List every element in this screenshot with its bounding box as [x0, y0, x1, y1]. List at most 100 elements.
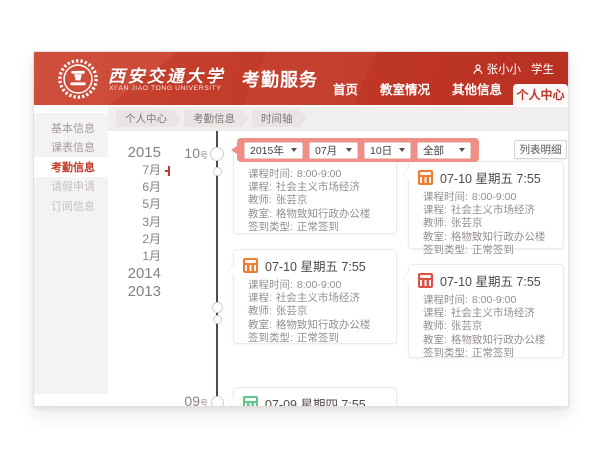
card-row-value: 正常签到: [472, 347, 514, 360]
card-row-value: 正常签到: [297, 221, 339, 234]
sidebar: 基本信息 课表信息 考勤信息 请假申请 订阅信息: [34, 113, 108, 394]
card-row-label: 课程:: [423, 204, 447, 217]
card-row: 教师: 张芸京: [234, 194, 396, 207]
sidebar-item-timetable-info[interactable]: 课表信息: [34, 138, 108, 158]
card-row-value: 社会主义市场经济: [276, 292, 360, 305]
card-row: 教师: 张芸京: [409, 217, 563, 230]
day-dropdown[interactable]: 10日: [364, 142, 411, 159]
card-row-value: 社会主义市场经济: [451, 307, 535, 320]
category-dropdown[interactable]: 全部: [417, 142, 471, 159]
sidebar-item-subscription-info[interactable]: 订阅信息: [34, 196, 108, 216]
nav-item-personal-center-active[interactable]: 个人中心: [513, 84, 568, 105]
card-row-label: 课程:: [423, 307, 447, 320]
year-dropdown[interactable]: 2015年: [244, 142, 303, 159]
user-icon: [473, 64, 483, 75]
card-row-label: 课程时间:: [423, 294, 468, 307]
timeline-rail-item[interactable]: 3月: [118, 214, 161, 231]
card-row: 教室: 格物致知行政办公楼: [234, 208, 396, 221]
timeline-rail-item[interactable]: 2014: [118, 265, 161, 283]
card-row: 课程: 社会主义市场经济: [234, 292, 396, 305]
card-row-label: 教室:: [248, 208, 272, 221]
timeline-rail-item[interactable]: 1月: [118, 248, 161, 265]
card-row-value: 张芸京: [451, 217, 483, 230]
calendar-status-icon: [418, 273, 433, 288]
timeline-rail-item[interactable]: 5月: [118, 196, 161, 213]
timeline-rail-item[interactable]: 2015: [118, 144, 161, 162]
card-row-value: 社会主义市场经济: [451, 204, 535, 217]
card-row: 课程: 社会主义市场经济: [234, 181, 396, 194]
day-marker-10: 10号: [174, 145, 208, 161]
timeline-rail: 2015 7月 6月 5月 3月 2月 1月 2014 2013: [118, 144, 161, 301]
chevron-down-icon: [459, 148, 465, 152]
breadcrumb-item-timeline[interactable]: 时间轴: [252, 110, 307, 127]
card-row-value: 8:00-9:00: [297, 168, 341, 181]
card-tail: [403, 169, 409, 179]
timeline-rail-item[interactable]: 6月: [118, 179, 161, 196]
timeline-node: [211, 396, 224, 407]
month-dropdown[interactable]: 07月: [309, 142, 358, 159]
card-row-value: 正常签到: [472, 244, 514, 257]
card-row: 教师: 张芸京: [409, 320, 563, 333]
chevron-down-icon: [291, 148, 297, 152]
card-row-label: 签到类型:: [423, 244, 468, 257]
sidebar-item-basic-info[interactable]: 基本信息: [34, 118, 108, 138]
app-window: 西安交通大学 XI'AN JIAO TONG UNIVERSITY 考勤服务 张…: [33, 51, 569, 407]
calendar-status-icon: [243, 258, 258, 273]
app-header: 西安交通大学 XI'AN JIAO TONG UNIVERSITY 考勤服务 张…: [34, 52, 568, 105]
nav-item-home[interactable]: 首页: [322, 79, 369, 105]
nav-item-classrooms[interactable]: 教室情况: [369, 79, 441, 105]
card-row-label: 教室:: [423, 334, 447, 347]
timeline-rail-item[interactable]: 2月: [118, 231, 161, 248]
day-marker-09: 09号: [174, 393, 208, 407]
current-month-tick: [168, 166, 170, 176]
nav-item-other-info[interactable]: 其他信息: [441, 79, 513, 105]
card-row-label: 课程时间:: [248, 168, 293, 181]
card-row-value: 张芸京: [451, 320, 483, 333]
card-row-value: 张芸京: [276, 305, 308, 318]
list-detail-button[interactable]: 列表明细: [514, 140, 567, 159]
sidebar-item-leave-request[interactable]: 请假申请: [34, 177, 108, 197]
user-info[interactable]: 张小小 学生: [473, 61, 555, 77]
university-logo-icon: [57, 58, 99, 100]
card-row-value: 8:00-9:00: [472, 191, 516, 204]
card-row-label: 课程时间:: [248, 279, 293, 292]
card-row-label: 签到类型:: [423, 347, 468, 360]
timeline-rail-item[interactable]: 2013: [118, 283, 161, 301]
card-header-text: 07-10 星期五 7:55: [440, 168, 541, 187]
breadcrumb-item-attendance-info[interactable]: 考勤信息: [184, 110, 249, 127]
card-row-label: 教师:: [248, 305, 272, 318]
card-row: 教室: 格物致知行政办公楼: [409, 334, 563, 347]
card-row-value: 张芸京: [276, 194, 308, 207]
card-row: 课程时间: 8:00-9:00: [409, 294, 563, 307]
app-title: 考勤服务: [242, 66, 318, 92]
sidebar-item-attendance-info[interactable]: 考勤信息: [34, 157, 108, 177]
timeline-rail-item-current[interactable]: 7月: [118, 162, 161, 179]
card-row-value: 正常签到: [297, 332, 339, 345]
card-tail: [403, 273, 409, 283]
card-header-text: 07-10 星期五 7:55: [265, 256, 366, 275]
card-header: 07-10 星期五 7:55: [409, 265, 563, 294]
card-row-value: 社会主义市场经济: [276, 181, 360, 194]
card-header-text: 07-09 星期四 7:55: [265, 394, 366, 407]
attendance-card: 07-10 星期五 7:55 课程时间: 8:00-9:00 课程: 社会主义市…: [233, 249, 397, 344]
breadcrumb-item-personal-center[interactable]: 个人中心: [116, 110, 181, 127]
card-row: 课程时间: 8:00-9:00: [234, 168, 396, 181]
card-header-text: 07-10 星期五 7:55: [440, 271, 541, 290]
card-row: 教室: 格物致知行政办公楼: [234, 319, 396, 332]
user-role: 学生: [531, 61, 554, 77]
attendance-card: 07-09 星期四 7:55: [233, 387, 397, 407]
card-row: 课程时间: 8:00-9:00: [409, 191, 563, 204]
card-header: 07-10 星期五 7:55: [409, 162, 563, 191]
university-name-en: XI'AN JIAO TONG UNIVERSITY: [109, 85, 221, 92]
page: 西安交通大学 XI'AN JIAO TONG UNIVERSITY 考勤服务 张…: [0, 0, 600, 450]
card-row-value: 格物致知行政办公楼: [276, 319, 371, 332]
card-row-label: 教室:: [248, 319, 272, 332]
card-row: 签到类型: 正常签到: [409, 244, 563, 257]
card-row: 签到类型: 正常签到: [234, 221, 396, 234]
card-row-label: 签到类型:: [248, 221, 293, 234]
card-tail: [228, 265, 234, 275]
card-row: 签到类型: 正常签到: [409, 347, 563, 360]
user-name: 张小小: [487, 61, 522, 77]
card-header: 07-10 星期五 7:55: [234, 250, 396, 279]
card-row-label: 教师:: [423, 320, 447, 333]
